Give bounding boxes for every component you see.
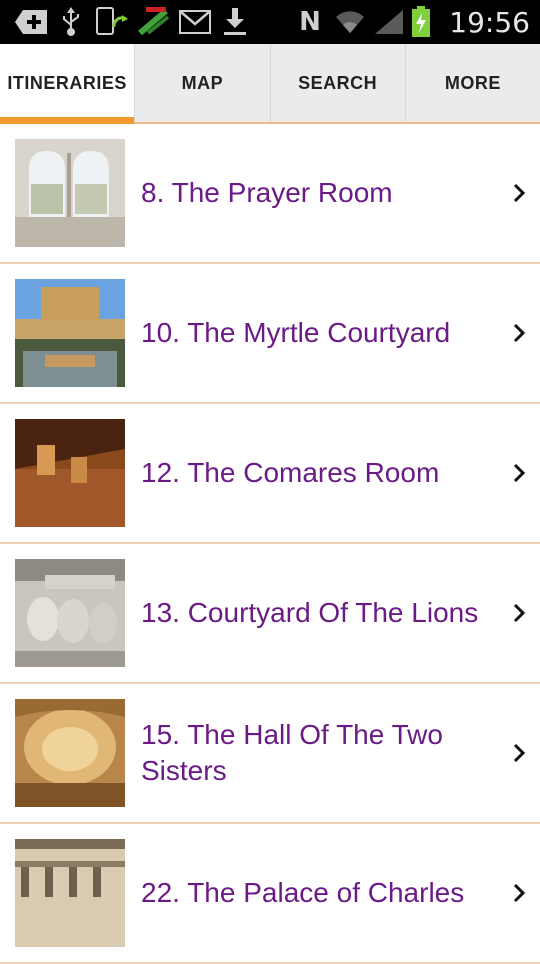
list-item[interactable]: 22. The Palace of Charles bbox=[0, 824, 540, 964]
tab-bar: ITINERARIES MAP SEARCH MORE bbox=[0, 44, 540, 124]
chevron-right-icon bbox=[513, 183, 526, 203]
comares-room-photo bbox=[15, 419, 125, 527]
item-title: 22. The Palace of Charles bbox=[141, 877, 465, 908]
wifi-icon bbox=[334, 8, 366, 36]
list-item[interactable]: 12. The Comares Room bbox=[0, 404, 540, 544]
list-item[interactable]: 15. The Hall Of The Two Sisters bbox=[0, 684, 540, 824]
item-title: 8. The Prayer Room bbox=[141, 177, 393, 208]
chevron-right-icon bbox=[513, 323, 526, 343]
prayer-room-photo bbox=[15, 139, 125, 247]
nfc-letter: N bbox=[299, 7, 321, 37]
add-icon bbox=[14, 8, 50, 36]
gmail-icon bbox=[178, 8, 212, 36]
tab-map[interactable]: MAP bbox=[135, 44, 271, 122]
tab-search[interactable]: SEARCH bbox=[271, 44, 406, 122]
myrtle-courtyard-photo bbox=[15, 279, 125, 387]
phone-sync-icon bbox=[96, 7, 130, 36]
chevron-right-icon bbox=[513, 463, 526, 483]
lions-courtyard-photo bbox=[15, 559, 125, 667]
signal-icon bbox=[372, 8, 406, 36]
status-time: 19:56 bbox=[449, 6, 530, 39]
chevron-right-icon bbox=[513, 743, 526, 763]
chevron-right-icon bbox=[513, 883, 526, 903]
chevron-right-icon bbox=[513, 603, 526, 623]
no-signal-app-icon bbox=[136, 7, 172, 36]
two-sisters-hall-photo bbox=[15, 699, 125, 807]
battery-charging-icon bbox=[410, 6, 432, 37]
usb-icon bbox=[58, 7, 84, 36]
item-title: 10. The Myrtle Courtyard bbox=[141, 317, 451, 348]
item-title: 15. The Hall Of The Two Sisters bbox=[141, 719, 443, 786]
item-title: 12. The Comares Room bbox=[141, 457, 440, 488]
list-item[interactable]: 13. Courtyard Of The Lions bbox=[0, 544, 540, 684]
list-item[interactable]: 8. The Prayer Room bbox=[0, 124, 540, 264]
tab-more[interactable]: MORE bbox=[406, 44, 540, 122]
download-icon bbox=[222, 8, 248, 36]
list-item[interactable]: 10. The Myrtle Courtyard bbox=[0, 264, 540, 404]
itinerary-list: 8. The Prayer Room 10. The Myrtle Courty… bbox=[0, 124, 540, 964]
tab-itineraries[interactable]: ITINERARIES bbox=[0, 44, 136, 124]
item-title: 13. Courtyard Of The Lions bbox=[141, 597, 479, 628]
nfc-icon: N bbox=[296, 7, 324, 37]
palace-charles-photo bbox=[15, 839, 125, 947]
status-bar: N 19:56 bbox=[0, 0, 540, 44]
